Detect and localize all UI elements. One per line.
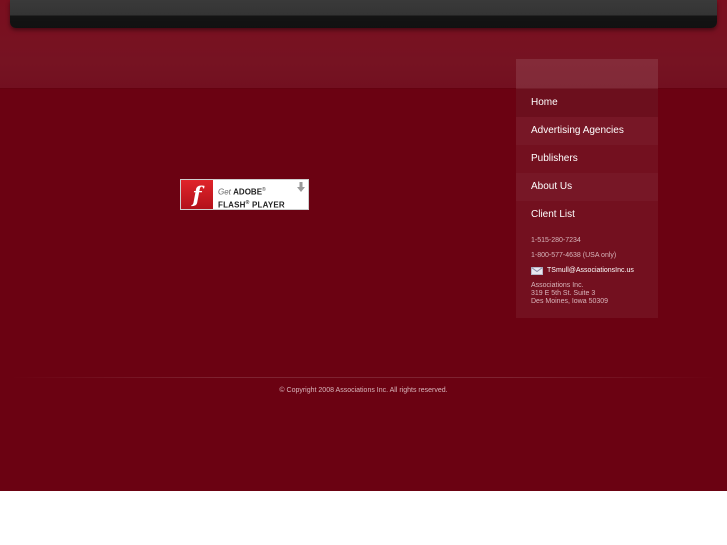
phone-tollfree: 1-800-577-4638 (USA only)	[531, 252, 617, 259]
phone-local: 1-515-280-7234	[531, 237, 581, 244]
side-panel-top	[516, 59, 658, 89]
footer-divider	[10, 377, 717, 378]
email-row: TSmull@AssociationsInc.us	[531, 266, 656, 275]
nav-item-client-list[interactable]: Client List	[516, 201, 658, 229]
get-flash-player-button[interactable]: f Get ADOBE® FLASH® PLAYER	[180, 179, 309, 210]
mail-icon	[531, 266, 543, 275]
nav-item-advertising-agencies[interactable]: Advertising Agencies	[516, 117, 658, 145]
flash-get-label: Get	[218, 187, 231, 197]
city-address: Des Moines, Iowa 50309	[531, 298, 609, 305]
page: f Get ADOBE® FLASH® PLAYER Home Advertis…	[0, 0, 727, 491]
flash-brand-label: ADOBE	[233, 187, 263, 197]
flash-badge-line2: FLASH® PLAYER	[218, 199, 285, 210]
flash-product-suffix: PLAYER	[252, 200, 285, 210]
side-panel: Home Advertising Agencies Publishers Abo…	[516, 59, 658, 318]
flash-badge-line1: Get ADOBE®	[218, 187, 266, 197]
nav-item-publishers[interactable]: Publishers	[516, 145, 658, 173]
nav-item-about-us[interactable]: About Us	[516, 173, 658, 201]
company-name: Associations Inc.	[531, 282, 584, 289]
download-arrow-icon	[297, 182, 305, 192]
flash-logo-icon: f	[181, 180, 213, 209]
contact-info: 1-515-280-7234 1-800-577-4638 (USA only)…	[531, 236, 656, 306]
nav-item-home[interactable]: Home	[516, 89, 658, 117]
copyright-text: © Copyright 2008 Associations Inc. All r…	[279, 387, 448, 394]
street-address: 319 E 5th St. Suite 3	[531, 290, 596, 297]
flash-product-label: FLASH	[218, 200, 246, 210]
flash-badge-text: Get ADOBE® FLASH® PLAYER	[213, 180, 308, 209]
main-nav: Home Advertising Agencies Publishers Abo…	[516, 89, 658, 229]
flash-logo-glyph: f	[192, 182, 202, 207]
header-bar	[10, 0, 717, 28]
email-link[interactable]: TSmull@AssociationsInc.us	[547, 266, 634, 275]
